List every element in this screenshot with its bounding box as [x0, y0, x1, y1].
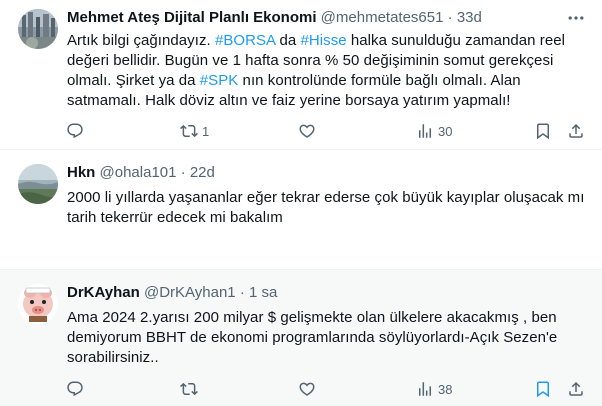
- hashtag-link[interactable]: #BORSA: [215, 32, 275, 49]
- timestamp[interactable]: 33d: [457, 9, 482, 26]
- tweet-header: DrKAyhan @DrKAyhan1 · 1 sa: [67, 284, 562, 304]
- views-count: 38: [438, 381, 453, 397]
- author-handle[interactable]: @mehmetates651: [321, 9, 444, 26]
- heart-icon: [299, 124, 315, 138]
- timestamp[interactable]: 1 sa: [249, 284, 277, 301]
- bookmark-icon: [537, 381, 549, 398]
- action-bar: 1 30: [56, 120, 590, 142]
- tweet-header: Hkn @ohala101 · 22d: [67, 164, 562, 184]
- author-name[interactable]: Hkn: [67, 164, 95, 181]
- tweet-2[interactable]: Hkn @ohala101 · 22d 2000 li yıllarda yaş…: [0, 150, 602, 270]
- repost-icon: [180, 382, 198, 396]
- like-button[interactable]: [298, 120, 320, 142]
- reply-button[interactable]: [66, 378, 88, 400]
- hashtag-link[interactable]: #Hisse: [301, 32, 347, 49]
- action-bar: 38: [56, 378, 590, 400]
- text-segment: 2000 li yıllarda yaşananlar eğer tekrar …: [67, 189, 585, 226]
- reply-icon: [67, 123, 83, 139]
- repost-icon: [180, 124, 198, 138]
- tweet-text: 2000 li yıllarda yaşananlar eğer tekrar …: [67, 188, 587, 228]
- views-icon: [419, 382, 431, 396]
- author-name[interactable]: Mehmet Ateş Dijital Planlı Ekonomi: [67, 9, 317, 26]
- share-icon: [569, 123, 583, 138]
- like-button[interactable]: [298, 378, 320, 400]
- tweet-1[interactable]: Mehmet Ateş Dijital Planlı Ekonomi @mehm…: [0, 0, 602, 150]
- views-icon: [419, 124, 431, 138]
- repost-count: 1: [202, 123, 210, 139]
- author-handle[interactable]: @DrKAyhan1: [144, 284, 236, 301]
- avatar[interactable]: [18, 164, 58, 204]
- bookmark-button[interactable]: [534, 120, 552, 142]
- hashtag-link[interactable]: #SPK: [200, 72, 239, 89]
- separator-dot: ·: [447, 9, 453, 26]
- tweet-3[interactable]: DrKAyhan @DrKAyhan1 · 1 sa Ama 2024 2.ya…: [0, 270, 602, 406]
- more-options-icon[interactable]: [566, 8, 586, 28]
- share-button[interactable]: [567, 120, 585, 142]
- tweet-text: Ama 2024 2.yarısı 200 milyar $ gelişmekt…: [67, 308, 587, 368]
- bookmark-button[interactable]: [534, 378, 552, 400]
- separator-dot: ·: [239, 284, 245, 301]
- repost-button[interactable]: [180, 378, 202, 400]
- share-button[interactable]: [567, 378, 585, 400]
- reply-icon: [67, 381, 83, 397]
- views-count: 30: [438, 123, 453, 139]
- text-segment: Ama 2024 2.yarısı 200 milyar $ gelişmekt…: [67, 309, 558, 366]
- author-handle[interactable]: @ohala101: [100, 164, 177, 181]
- tweet-header: Mehmet Ateş Dijital Planlı Ekonomi @mehm…: [67, 9, 562, 29]
- views-button[interactable]: 38: [416, 378, 452, 400]
- views-button[interactable]: 30: [416, 120, 452, 142]
- text-segment: da: [275, 32, 301, 49]
- avatar[interactable]: [18, 284, 58, 324]
- separator-dot: ·: [180, 164, 186, 181]
- bookmark-icon: [537, 123, 549, 140]
- avatar[interactable]: [18, 9, 58, 49]
- text-segment: Artık bilgi çağındayız.: [67, 32, 215, 49]
- timestamp[interactable]: 22d: [190, 164, 215, 181]
- share-icon: [569, 381, 583, 396]
- heart-icon: [299, 382, 315, 396]
- reply-button[interactable]: [66, 120, 88, 142]
- tweet-text: Artık bilgi çağındayız. #BORSA da #Hisse…: [67, 31, 587, 111]
- author-name[interactable]: DrKAyhan: [67, 284, 140, 301]
- repost-button[interactable]: 1: [180, 120, 209, 142]
